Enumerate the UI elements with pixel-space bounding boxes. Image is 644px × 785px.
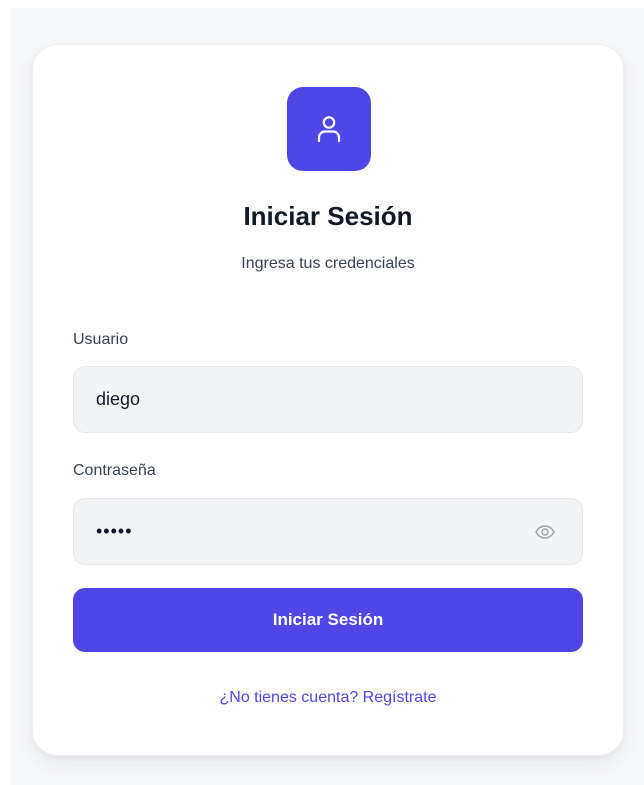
login-submit-button[interactable]: Iniciar Sesión	[73, 588, 583, 652]
user-icon	[317, 116, 341, 143]
password-toggle-button[interactable]	[533, 521, 557, 543]
register-link[interactable]: ¿No tienes cuenta? Regístrate	[219, 689, 436, 706]
eye-icon	[535, 525, 555, 539]
register-prompt: ¿No tienes cuenta? Regístrate	[33, 689, 623, 707]
login-card: Iniciar Sesión Ingresa tus credenciales …	[32, 44, 624, 756]
password-input[interactable]	[73, 498, 583, 565]
username-label: Usuario	[73, 331, 129, 348]
username-input[interactable]	[73, 366, 583, 433]
logo-tile	[287, 87, 371, 171]
password-label: Contraseña	[73, 462, 156, 479]
page-subtitle: Ingresa tus credenciales	[241, 255, 415, 272]
login-page: Iniciar Sesión Ingresa tus credenciales …	[0, 0, 644, 785]
page-title: Iniciar Sesión	[243, 201, 413, 231]
